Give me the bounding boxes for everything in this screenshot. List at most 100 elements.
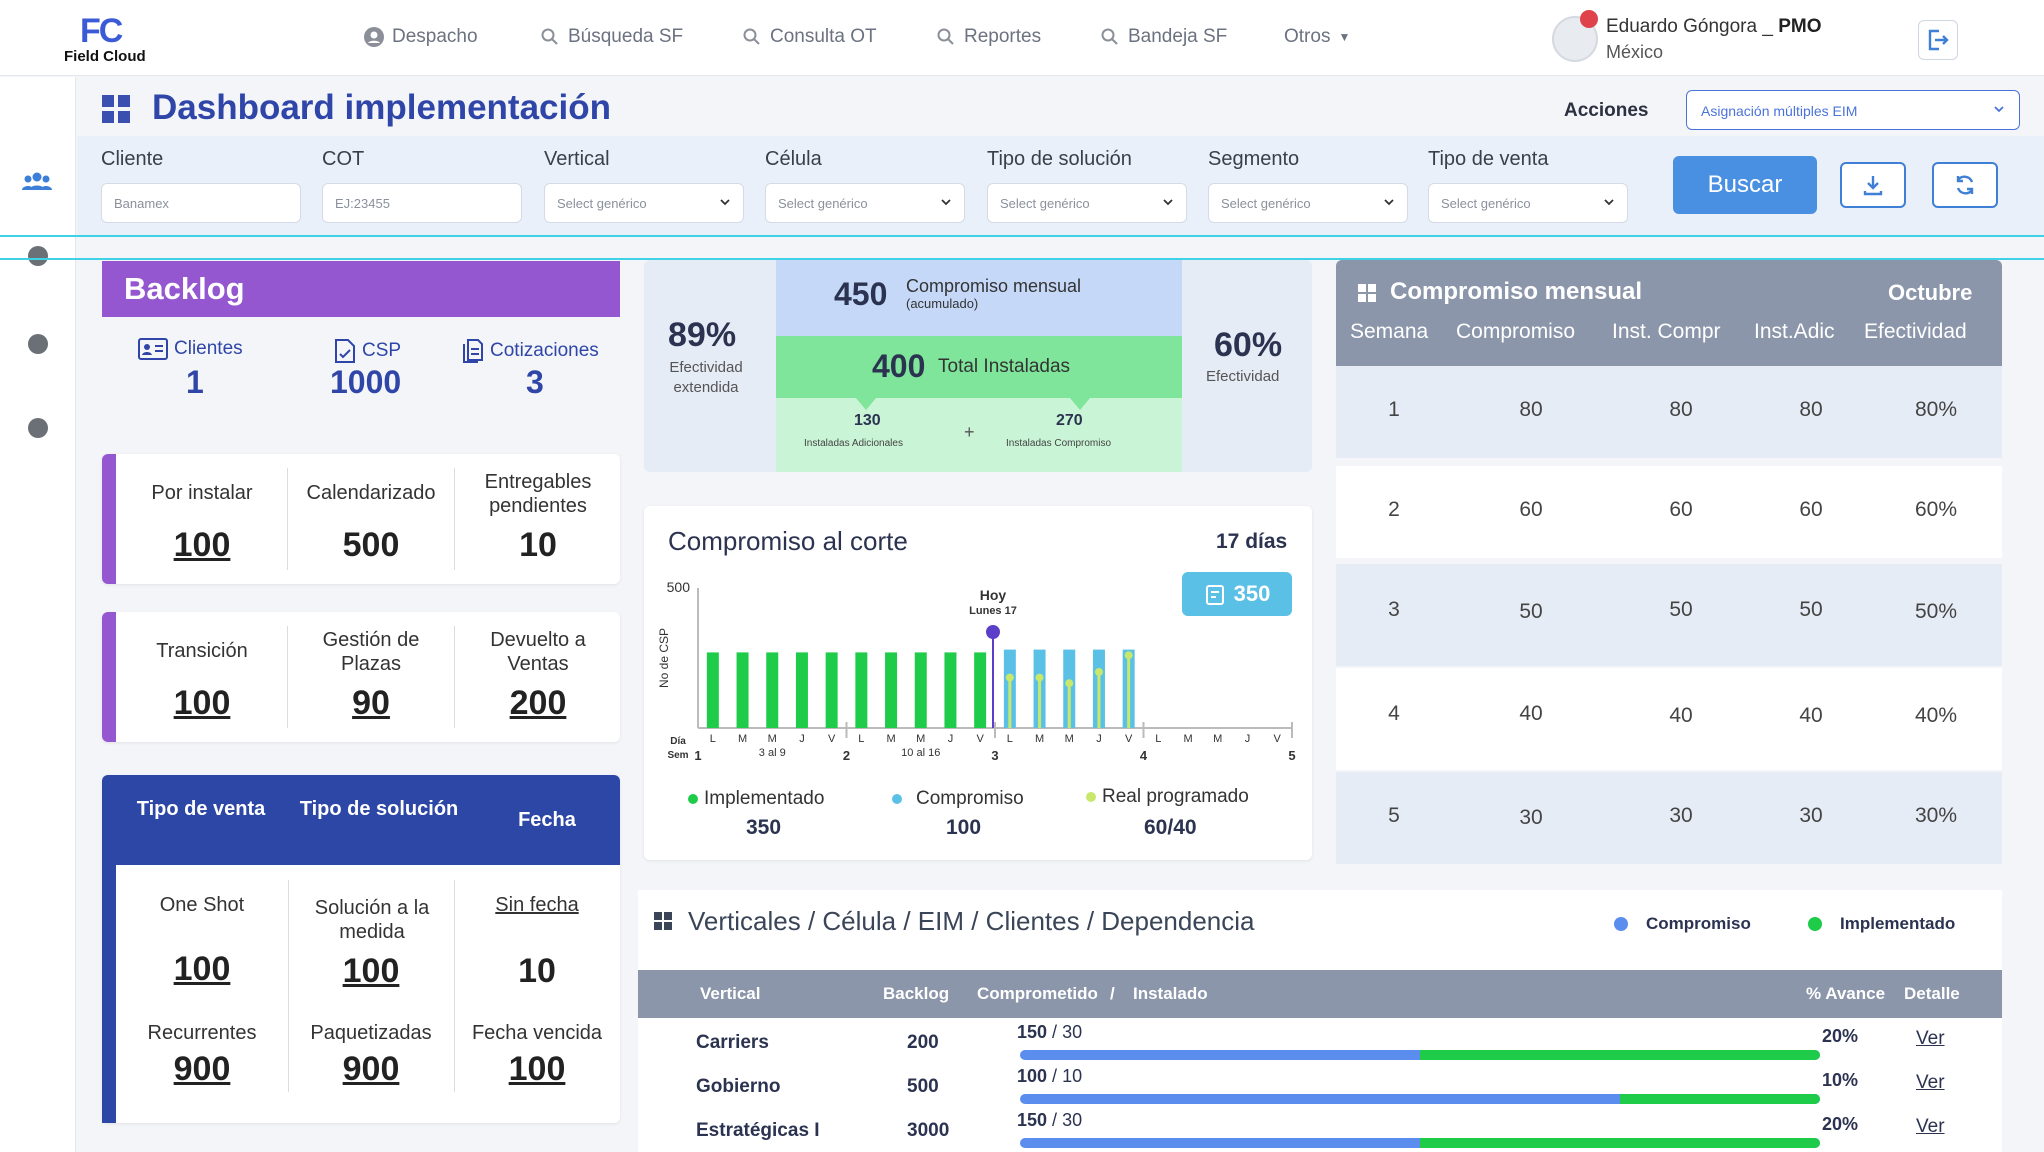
col-backlog: Backlog bbox=[883, 984, 950, 1003]
segmento-select[interactable]: Select genérico bbox=[1208, 183, 1408, 223]
gestion-plazas-value[interactable]: 90 bbox=[288, 684, 454, 723]
users-icon[interactable] bbox=[22, 170, 52, 192]
progress-fill bbox=[1620, 1094, 1820, 1104]
tipo-solucion-select[interactable]: Select genérico bbox=[987, 183, 1187, 223]
table-accent bbox=[102, 865, 116, 1123]
today-date: Lunes 17 bbox=[969, 605, 1017, 617]
user-circle-icon bbox=[364, 27, 384, 47]
col-tipo-solucion: Tipo de solución bbox=[299, 798, 459, 820]
ver-link[interactable]: Ver bbox=[1916, 1072, 1945, 1094]
refresh-button[interactable] bbox=[1932, 162, 1998, 208]
progress-fill bbox=[1420, 1050, 1820, 1060]
vertical-comp-inst: 150 / 30 bbox=[1017, 1110, 1083, 1130]
vertical-avance: 20% bbox=[1822, 1026, 1859, 1046]
recurrentes-value[interactable]: 900 bbox=[116, 1050, 288, 1089]
fecha-vencida-value[interactable]: 100 bbox=[454, 1050, 620, 1089]
vertical-select[interactable]: Select genérico bbox=[544, 183, 744, 223]
recurrentes-label: Recurrentes bbox=[147, 1022, 257, 1044]
solucion-medida-value[interactable]: 100 bbox=[288, 952, 454, 991]
nav-despacho[interactable]: Despacho bbox=[364, 26, 478, 48]
menu-dot-icon[interactable] bbox=[28, 334, 48, 354]
dia-label: Día bbox=[670, 736, 686, 747]
paquetizadas-label: Paquetizadas bbox=[310, 1022, 432, 1044]
documents-icon bbox=[463, 339, 483, 363]
legend-dot bbox=[892, 794, 902, 804]
buscar-button[interactable]: Buscar bbox=[1673, 156, 1817, 214]
acciones-select[interactable]: Asignación múltiples EIM bbox=[1686, 90, 2020, 130]
vertical-avance: 20% bbox=[1822, 1114, 1859, 1134]
left-rail bbox=[0, 77, 76, 1152]
caret-down-icon: ▼ bbox=[1338, 30, 1351, 44]
corte-title: Compromiso al corte bbox=[668, 526, 908, 556]
dot-real-programado bbox=[1005, 673, 1014, 682]
day-label: L bbox=[1007, 733, 1013, 745]
backlog-stat-csp: CSP bbox=[334, 338, 401, 364]
day-label: J bbox=[799, 733, 805, 745]
day-label: M bbox=[1035, 733, 1044, 745]
bar-implementado bbox=[736, 652, 749, 728]
legend-implementado-vert: Implementado bbox=[1808, 914, 1955, 934]
legend-real-programado: Real programado bbox=[1086, 786, 1249, 808]
download-button[interactable] bbox=[1840, 162, 1906, 208]
ver-link[interactable]: Ver bbox=[1916, 1028, 1945, 1050]
y-tick-label: 500 bbox=[667, 579, 691, 595]
calendarizado-label: Calendarizado bbox=[306, 482, 436, 504]
transicion-value[interactable]: 100 bbox=[116, 684, 288, 723]
one-shot-value[interactable]: 100 bbox=[116, 950, 288, 989]
tipo-venta-select[interactable]: Select genérico bbox=[1428, 183, 1628, 223]
col-compromiso: Compromiso bbox=[1456, 320, 1576, 343]
col-instalado: Instalado bbox=[1133, 984, 1208, 1003]
ver-link[interactable]: Ver bbox=[1916, 1116, 1945, 1138]
col-efectividad: Efectividad bbox=[1864, 320, 1967, 343]
progress-fill bbox=[1420, 1138, 1820, 1148]
week-label: 3 bbox=[991, 748, 998, 763]
day-label: M bbox=[1183, 733, 1192, 745]
total-instaladas-label: Total Instaladas bbox=[938, 356, 1071, 377]
clock-icon[interactable] bbox=[28, 246, 48, 266]
sin-fecha-value: 10 bbox=[518, 952, 556, 990]
cliente-input[interactable]: Banamex bbox=[101, 183, 301, 223]
por-instalar-value[interactable]: 100 bbox=[116, 526, 288, 565]
mensual-row: 5 30 30 30 30% bbox=[1336, 772, 2002, 864]
week-label: 5 bbox=[1288, 748, 1295, 763]
efectividad-pct: 60% bbox=[1214, 326, 1283, 364]
legend-real-programado-value: 60/40 bbox=[1144, 816, 1197, 839]
vertical-comp-inst: 150 / 30 bbox=[1017, 1022, 1083, 1042]
logout-button[interactable] bbox=[1918, 20, 1958, 60]
dot-real-programado bbox=[1094, 668, 1103, 676]
dot-real-programado bbox=[1065, 679, 1074, 688]
paquetizadas-value[interactable]: 900 bbox=[288, 1050, 454, 1089]
backlog-cotizaciones-value: 3 bbox=[526, 364, 544, 400]
dot-real-programado bbox=[1124, 651, 1133, 660]
acciones-label: Acciones bbox=[1564, 100, 1649, 121]
devuelto-ventas-value[interactable]: 200 bbox=[455, 684, 621, 723]
nav-otros[interactable]: Otros ▼ bbox=[1284, 26, 1350, 48]
mensual-title: Compromiso mensual bbox=[1390, 278, 1643, 305]
today-label: Hoy bbox=[980, 587, 1007, 603]
brand-logo[interactable]: FC bbox=[80, 12, 123, 51]
legend-compromiso: Compromiso bbox=[892, 788, 1024, 810]
mensual-head: Compromiso mensual Octubre Semana Compro… bbox=[1336, 260, 2002, 366]
legend-implementado-value: 350 bbox=[746, 816, 782, 839]
calendarizado-value: 500 bbox=[342, 526, 400, 564]
celula-select[interactable]: Select genérico bbox=[765, 183, 965, 223]
chevron-down-icon bbox=[1163, 199, 1173, 206]
legend-dot bbox=[1808, 917, 1822, 931]
download-icon bbox=[1863, 176, 1883, 196]
mensual-row: 4 40 40 40 40% bbox=[1336, 668, 2002, 770]
mensual-month: Octubre bbox=[1888, 280, 1973, 305]
sin-fecha-link[interactable]: Sin fecha bbox=[454, 894, 620, 917]
day-label: M bbox=[738, 733, 747, 745]
cot-input[interactable]: EJ:23455 bbox=[322, 183, 522, 223]
menu-dot-icon[interactable] bbox=[28, 418, 48, 438]
legend-dot bbox=[688, 794, 698, 804]
nav-reportes[interactable]: Reportes bbox=[936, 26, 1041, 48]
day-label: L bbox=[1155, 733, 1161, 745]
grid-icon bbox=[654, 912, 672, 930]
day-label: V bbox=[828, 733, 836, 745]
nav-consulta-ot[interactable]: Consulta OT bbox=[742, 26, 877, 48]
dot-real-programado bbox=[1035, 673, 1044, 682]
vertical-backlog: 500 bbox=[907, 1076, 939, 1097]
nav-bandeja-sf[interactable]: Bandeja SF bbox=[1100, 26, 1227, 48]
nav-busqueda-sf[interactable]: Búsqueda SF bbox=[540, 26, 683, 48]
